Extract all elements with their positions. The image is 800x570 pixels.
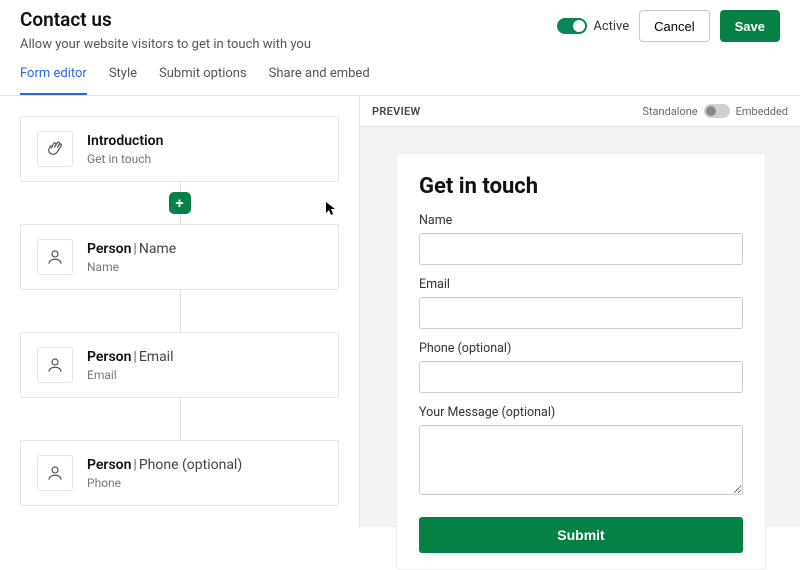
block-title: Introduction xyxy=(87,133,163,149)
page-header: Contact us Allow your website visitors t… xyxy=(0,0,800,52)
submit-button[interactable]: Submit xyxy=(419,517,743,553)
editor-column: Introduction Get in touch + Person|Name … xyxy=(0,96,360,527)
block-person-phone[interactable]: Person|Phone (optional) Phone xyxy=(20,440,339,506)
person-icon xyxy=(37,455,73,491)
message-input[interactable] xyxy=(419,425,743,495)
field-label-phone: Phone (optional) xyxy=(419,341,743,356)
add-block-button[interactable]: + xyxy=(169,192,191,214)
block-subtitle: Get in touch xyxy=(87,152,163,166)
preview-label: PREVIEW xyxy=(372,105,421,118)
connector xyxy=(20,398,339,440)
wave-icon xyxy=(37,131,73,167)
mode-embedded-label: Embedded xyxy=(736,105,788,118)
name-input[interactable] xyxy=(419,233,743,265)
block-title: Person|Email xyxy=(87,349,174,365)
phone-input[interactable] xyxy=(419,361,743,393)
block-introduction[interactable]: Introduction Get in touch xyxy=(20,116,339,182)
active-toggle[interactable] xyxy=(557,18,587,34)
tab-bar: Form editor Style Submit options Share a… xyxy=(0,52,800,96)
mode-toggle[interactable] xyxy=(704,104,730,118)
block-subtitle: Phone xyxy=(87,476,242,490)
active-toggle-label: Active xyxy=(593,19,629,34)
block-person-email[interactable]: Person|Email Email xyxy=(20,332,339,398)
block-subtitle: Email xyxy=(87,368,174,382)
tab-style[interactable]: Style xyxy=(109,66,137,95)
field-label-name: Name xyxy=(419,213,743,228)
person-icon xyxy=(37,239,73,275)
tab-share-embed[interactable]: Share and embed xyxy=(269,66,370,95)
block-title: Person|Name xyxy=(87,241,176,257)
block-person-name[interactable]: Person|Name Name xyxy=(20,224,339,290)
save-button[interactable]: Save xyxy=(720,10,780,42)
field-label-message: Your Message (optional) xyxy=(419,405,743,420)
tab-submit-options[interactable]: Submit options xyxy=(159,66,247,95)
preview-column: PREVIEW Standalone Embedded Get in touch… xyxy=(360,96,800,527)
connector: + xyxy=(20,182,339,224)
tab-form-editor[interactable]: Form editor xyxy=(20,66,87,95)
form-title: Get in touch xyxy=(419,174,743,199)
preview-form: Get in touch Name Email Phone (optional)… xyxy=(396,153,766,570)
mode-standalone-label: Standalone xyxy=(642,105,697,118)
field-label-email: Email xyxy=(419,277,743,292)
cancel-button[interactable]: Cancel xyxy=(639,10,709,42)
page-title: Contact us xyxy=(20,8,311,31)
person-icon xyxy=(37,347,73,383)
block-subtitle: Name xyxy=(87,260,176,274)
email-input[interactable] xyxy=(419,297,743,329)
block-title: Person|Phone (optional) xyxy=(87,457,242,473)
connector xyxy=(20,290,339,332)
preview-mode-switch[interactable]: Standalone Embedded xyxy=(642,104,788,118)
page-description: Allow your website visitors to get in to… xyxy=(20,37,311,52)
